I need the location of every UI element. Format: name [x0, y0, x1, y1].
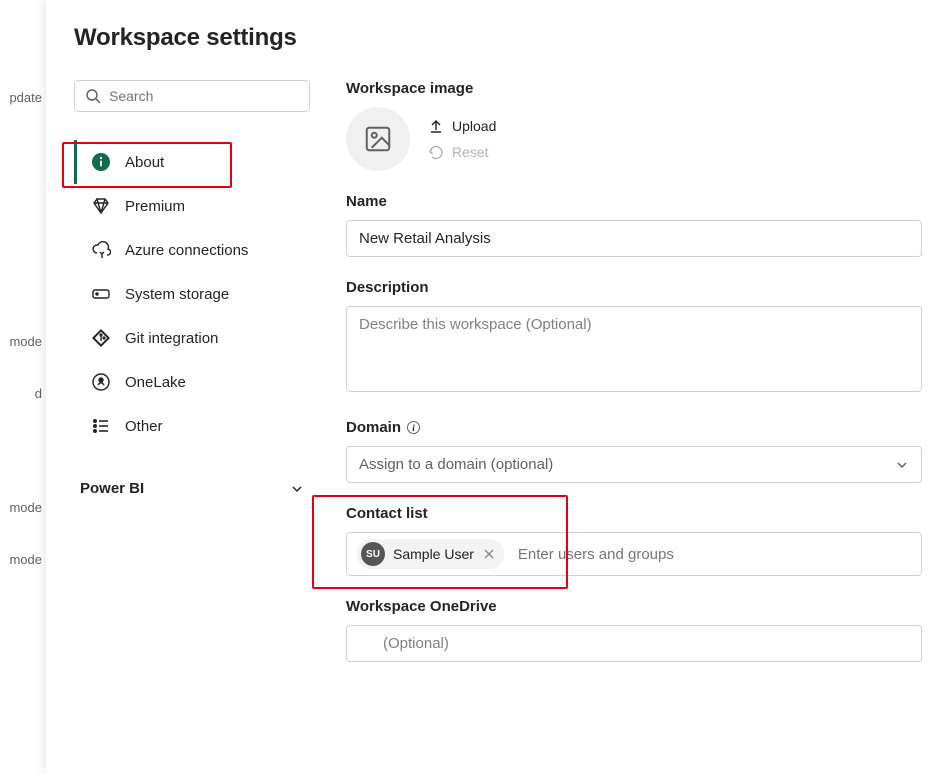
- expander-powerbi[interactable]: Power BI: [74, 466, 310, 509]
- avatar: SU: [361, 542, 385, 566]
- name-input[interactable]: [346, 220, 922, 257]
- workspace-image-thumb[interactable]: [346, 107, 410, 171]
- nav-azure[interactable]: Azure connections: [74, 228, 310, 272]
- nav-label: System storage: [125, 286, 229, 303]
- upload-icon: [428, 118, 444, 134]
- nav-premium[interactable]: Premium: [74, 184, 310, 228]
- page-title: Workspace settings: [74, 24, 922, 52]
- expander-label: Power BI: [80, 480, 144, 497]
- sidebar: About Premium Azure connections System s…: [74, 80, 310, 684]
- nav-label: OneLake: [125, 374, 186, 391]
- onedrive-label: Workspace OneDrive: [346, 598, 922, 615]
- description-input[interactable]: [346, 306, 922, 392]
- nav-label: Other: [125, 418, 163, 435]
- description-label: Description: [346, 279, 922, 296]
- contact-input[interactable]: [514, 542, 911, 567]
- onelake-icon: [91, 372, 111, 392]
- domain-label: Domain i: [346, 419, 922, 436]
- nav-git[interactable]: Git integration: [74, 316, 310, 360]
- info-icon[interactable]: i: [407, 421, 420, 434]
- reset-label: Reset: [452, 144, 489, 160]
- domain-placeholder: Assign to a domain (optional): [359, 456, 553, 473]
- search-icon: [85, 88, 101, 104]
- info-icon: [91, 152, 111, 172]
- name-label: Name: [346, 193, 922, 210]
- upload-button[interactable]: Upload: [428, 118, 496, 134]
- upload-label: Upload: [452, 118, 496, 134]
- cloud-icon: [91, 240, 111, 260]
- diamond-icon: [91, 196, 111, 216]
- storage-icon: [91, 284, 111, 304]
- search-input[interactable]: [109, 88, 299, 104]
- undo-icon: [428, 144, 444, 160]
- contact-chip: SU Sample User: [357, 539, 504, 569]
- nav-onelake[interactable]: OneLake: [74, 360, 310, 404]
- workspace-image-heading: Workspace image: [346, 80, 922, 97]
- chevron-down-icon: [290, 482, 304, 496]
- domain-select[interactable]: Assign to a domain (optional): [346, 446, 922, 483]
- list-icon: [91, 416, 111, 436]
- nav-label: Git integration: [125, 330, 218, 347]
- image-icon: [363, 124, 393, 154]
- nav-label: Premium: [125, 198, 185, 215]
- search-input-wrap[interactable]: [74, 80, 310, 112]
- nav-label: About: [125, 154, 164, 171]
- chevron-down-icon: [895, 458, 909, 472]
- nav-about[interactable]: About: [74, 140, 310, 184]
- main-content: Workspace image Upload Reset: [346, 80, 922, 684]
- nav-label: Azure connections: [125, 242, 248, 259]
- close-icon[interactable]: [482, 547, 496, 561]
- background-strip: pdate mode d mode mode: [0, 0, 46, 774]
- onedrive-input[interactable]: (Optional): [346, 625, 922, 662]
- chip-name: Sample User: [393, 546, 474, 562]
- contact-label: Contact list: [346, 505, 922, 522]
- settings-panel: Workspace settings About Premium: [46, 0, 950, 774]
- reset-button: Reset: [428, 144, 496, 160]
- nav-other[interactable]: Other: [74, 404, 310, 448]
- contact-input-wrap[interactable]: SU Sample User: [346, 532, 922, 576]
- git-icon: [91, 328, 111, 348]
- nav-storage[interactable]: System storage: [74, 272, 310, 316]
